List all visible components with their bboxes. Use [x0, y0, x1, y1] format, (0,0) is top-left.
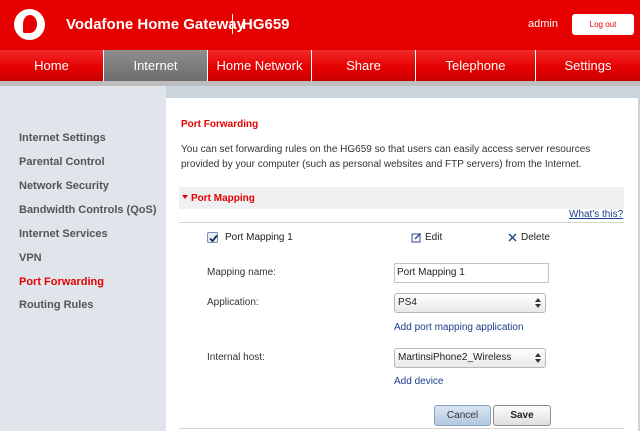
- brand-divider: [232, 14, 233, 34]
- page-title: Port Forwarding: [181, 119, 259, 130]
- sidebar-item-port-forwarding[interactable]: Port Forwarding: [19, 276, 104, 288]
- mapping-name-label: Mapping name:: [207, 267, 276, 278]
- port-mapping-section-header[interactable]: Port Mapping: [179, 187, 624, 209]
- username: admin: [528, 18, 558, 30]
- content-panel: Port Forwarding You can set forwarding r…: [166, 98, 638, 431]
- section-title: Port Mapping: [191, 193, 255, 204]
- checkmark-icon: [209, 234, 218, 243]
- sidebar-item-network-security[interactable]: Network Security: [19, 180, 109, 192]
- mapping-name-input[interactable]: Port Mapping 1: [394, 263, 549, 283]
- delete-icon[interactable]: [508, 233, 517, 242]
- add-port-mapping-application-link[interactable]: Add port mapping application: [394, 322, 524, 333]
- application-label: Application:: [207, 297, 259, 308]
- brand-title: Vodafone Home Gateway: [66, 16, 245, 33]
- nav-tab-home-network[interactable]: Home Network: [208, 50, 312, 81]
- sidebar-item-routing-rules[interactable]: Routing Rules: [19, 299, 94, 311]
- application-select[interactable]: PS4: [394, 293, 546, 313]
- nav-tab-telephone[interactable]: Telephone: [416, 50, 536, 81]
- top-header: Vodafone Home Gateway HG659 admin Log ou…: [0, 0, 640, 50]
- collapse-arrow-icon: [182, 195, 188, 199]
- select-arrows-icon: [535, 298, 541, 308]
- application-select-value: PS4: [398, 297, 417, 308]
- edit-button[interactable]: Edit: [425, 232, 442, 243]
- nav-tab-share[interactable]: Share: [312, 50, 416, 81]
- sidebar-item-parental-control[interactable]: Parental Control: [19, 156, 105, 168]
- nav-tab-home[interactable]: Home: [0, 50, 104, 81]
- delete-button[interactable]: Delete: [521, 232, 550, 243]
- vodafone-logo-icon: [14, 9, 45, 40]
- select-arrows-icon: [535, 353, 541, 363]
- model-name: HG659: [242, 16, 290, 33]
- page-description: You can set forwarding rules on the HG65…: [181, 144, 591, 170]
- sidebar: Internet Settings Parental Control Netwo…: [0, 86, 166, 431]
- sidebar-item-internet-services[interactable]: Internet Services: [19, 228, 108, 240]
- edit-icon[interactable]: [411, 232, 422, 243]
- cancel-button[interactable]: Cancel: [434, 405, 491, 426]
- internal-host-label: Internal host:: [207, 352, 265, 363]
- logout-button[interactable]: Log out: [572, 14, 634, 35]
- sidebar-item-internet-settings[interactable]: Internet Settings: [19, 132, 106, 144]
- sidebar-item-bandwidth-controls[interactable]: Bandwidth Controls (QoS): [19, 204, 156, 216]
- nav-tab-internet[interactable]: Internet: [104, 50, 208, 81]
- rule-name-label: Port Mapping 1: [225, 232, 293, 243]
- sidebar-item-vpn[interactable]: VPN: [19, 252, 42, 264]
- add-device-link[interactable]: Add device: [394, 376, 443, 387]
- nav-tab-settings[interactable]: Settings: [536, 50, 640, 81]
- whats-this-link[interactable]: What's this?: [569, 209, 623, 220]
- form-bottom-divider: [179, 428, 624, 429]
- internal-host-select[interactable]: MartinsiPhone2_Wireless: [394, 348, 546, 368]
- save-button[interactable]: Save: [493, 405, 551, 426]
- section-divider: [179, 222, 624, 223]
- internal-host-select-value: MartinsiPhone2_Wireless: [398, 352, 512, 363]
- main-nav: Home Internet Home Network Share Telepho…: [0, 50, 640, 81]
- rule-checkbox[interactable]: [207, 232, 218, 243]
